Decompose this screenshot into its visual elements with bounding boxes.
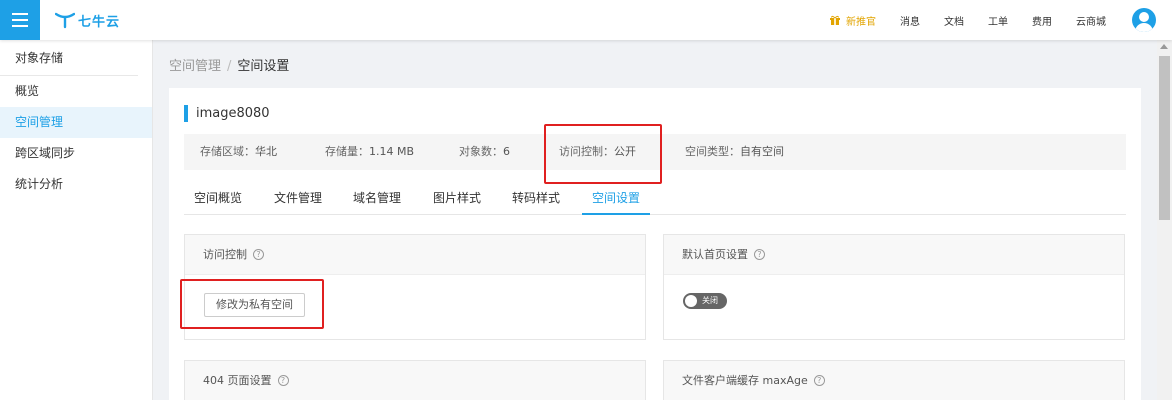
sidebar-title: 对象存储 <box>0 40 138 76</box>
max-age-header: 文件客户端缓存 maxAge ? <box>664 361 1124 400</box>
nav-new-promo[interactable]: 新推官 <box>830 13 876 28</box>
info-storage: 存储量：1.14 MB <box>325 145 415 158</box>
help-icon[interactable]: ? <box>754 249 765 260</box>
nav-messages[interactable]: 消息 <box>900 13 920 28</box>
storage-value: 1.14 MB <box>369 145 415 158</box>
type-value: 自有空间 <box>740 145 784 158</box>
nav-tickets[interactable]: 工单 <box>988 13 1008 28</box>
logo-text: 七牛云 <box>78 14 121 30</box>
page-404-card: 404 页面设置 ? <box>184 360 646 400</box>
access-control-title: 访问控制 <box>203 247 247 261</box>
help-icon[interactable]: ? <box>813 375 825 386</box>
logo[interactable]: 七牛云 <box>55 9 120 31</box>
default-index-title: 默认首页设置 <box>682 247 748 261</box>
help-icon[interactable]: ? <box>277 375 289 386</box>
sidebar-item-overview[interactable]: 概览 <box>0 76 152 107</box>
tab-domains[interactable]: 域名管理 <box>343 186 411 215</box>
tab-bar: 空间概览 文件管理 域名管理 图片样式 转码样式 空间设置 <box>184 186 1126 215</box>
info-region: 存储区域：华北 <box>200 145 277 158</box>
bucket-name: image8080 <box>184 105 270 122</box>
tab-transcode-styles[interactable]: 转码样式 <box>502 186 570 215</box>
breadcrumb-current: 空间设置 <box>237 59 290 74</box>
logo-icon <box>55 12 75 29</box>
nav-new-label: 新推官 <box>846 16 876 28</box>
page-404-title: 404 页面设置 <box>203 373 272 387</box>
breadcrumb: 空间管理 / 空间设置 <box>169 55 289 74</box>
sidebar-item-cross-region-sync[interactable]: 跨区域同步 <box>0 138 152 169</box>
objects-value: 6 <box>503 145 510 158</box>
annotation-box-button <box>180 279 324 329</box>
sidebar-item-bucket-management[interactable]: 空间管理 <box>0 107 152 138</box>
nav-marketplace[interactable]: 云商城 <box>1076 13 1106 28</box>
region-value: 华北 <box>255 145 277 158</box>
gift-icon <box>830 15 840 25</box>
tab-files[interactable]: 文件管理 <box>264 186 332 215</box>
sidebar-item-statistics[interactable]: 统计分析 <box>0 169 152 200</box>
sidebar: 对象存储 概览 空间管理 跨区域同步 统计分析 <box>0 40 153 400</box>
avatar[interactable] <box>1132 8 1156 32</box>
help-icon[interactable]: ? <box>253 249 264 260</box>
scroll-up-arrow-icon[interactable] <box>1160 44 1168 49</box>
access-control-header: 访问控制 ? <box>185 235 645 275</box>
scroll-thumb[interactable] <box>1159 56 1170 220</box>
menu-icon[interactable] <box>0 0 40 40</box>
tab-bucket-settings[interactable]: 空间设置 <box>582 186 650 215</box>
default-index-toggle[interactable]: 关闭 <box>683 293 727 309</box>
page-404-header: 404 页面设置 ? <box>185 361 645 400</box>
default-index-card: 默认首页设置 ? 关闭 <box>663 234 1125 340</box>
top-bar: 七牛云 新推官 消息 文档 工单 费用 云商城 <box>0 0 1172 40</box>
annotation-box-access <box>544 124 662 184</box>
scrollbar[interactable] <box>1157 40 1172 400</box>
nav-billing[interactable]: 费用 <box>1032 13 1052 28</box>
tab-image-styles[interactable]: 图片样式 <box>423 186 491 215</box>
tab-overview[interactable]: 空间概览 <box>184 186 252 215</box>
top-nav: 新推官 消息 文档 工单 费用 云商城 <box>830 0 1106 40</box>
toggle-label: 关闭 <box>702 296 718 305</box>
info-objects: 对象数：6 <box>459 145 510 158</box>
max-age-title: 文件客户端缓存 maxAge <box>682 373 808 387</box>
max-age-card: 文件客户端缓存 maxAge ? <box>663 360 1125 400</box>
default-index-header: 默认首页设置 ? <box>664 235 1124 275</box>
breadcrumb-separator: / <box>227 59 232 74</box>
breadcrumb-parent-link[interactable]: 空间管理 <box>169 59 221 74</box>
info-type: 空间类型：自有空间 <box>685 145 784 158</box>
nav-docs[interactable]: 文档 <box>944 13 964 28</box>
